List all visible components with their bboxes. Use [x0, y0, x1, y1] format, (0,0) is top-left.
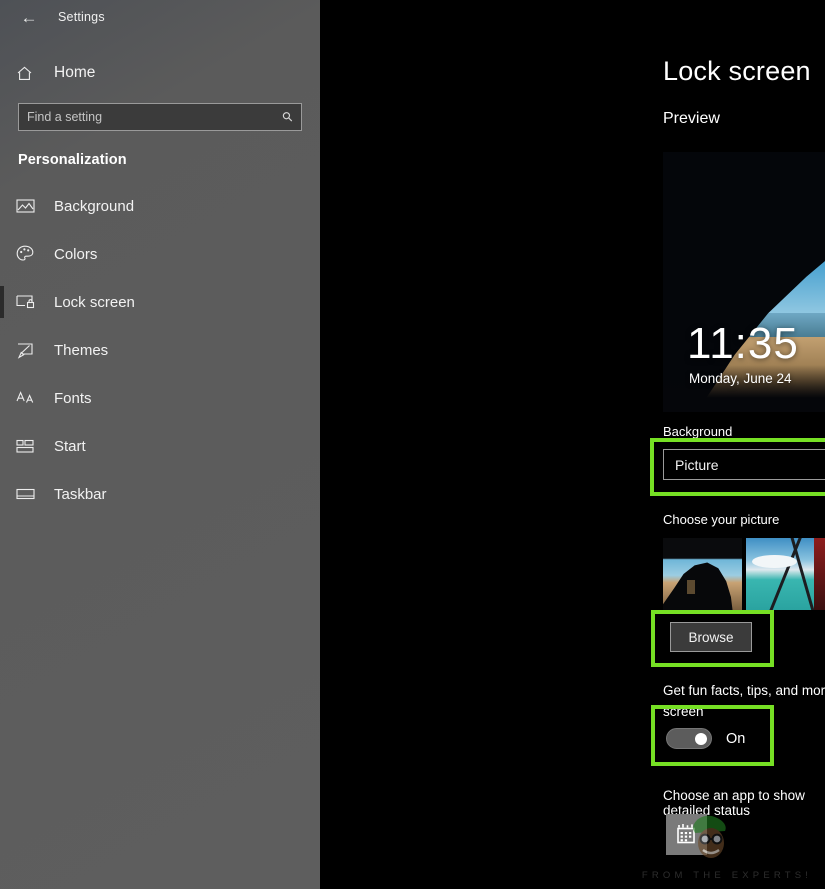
sidebar-item-themes[interactable]: Themes: [0, 326, 320, 374]
choose-picture-label: Choose your picture: [663, 512, 779, 527]
brush-icon: [16, 339, 42, 361]
sidebar-label: Fonts: [54, 390, 92, 407]
sidebar: ← Settings Home ⚲ Personalization: [0, 0, 320, 889]
sidebar-item-fonts[interactable]: Fonts: [0, 374, 320, 422]
thumb-red-edge: [814, 538, 825, 610]
sidebar-label: Lock screen: [54, 294, 135, 311]
section-title: Personalization: [18, 152, 320, 168]
window-title: Settings: [58, 10, 105, 24]
thumbnail-cave-arch-beach[interactable]: [663, 538, 742, 610]
palette-icon: [16, 243, 42, 265]
thumbnail-clouds-sail-lagoon[interactable]: [746, 538, 825, 610]
title-bar: ← Settings: [0, 0, 320, 34]
preview-date: Monday, June 24: [689, 371, 792, 386]
search-box[interactable]: ⚲: [18, 103, 302, 131]
sidebar-item-lock-screen[interactable]: Lock screen: [0, 278, 320, 326]
background-label: Background: [663, 424, 732, 439]
sidebar-nav: Background Colors: [0, 182, 320, 518]
font-aa-icon: [16, 387, 42, 409]
image-icon: [16, 195, 42, 217]
picture-thumbnails: [663, 538, 825, 610]
watermark-text: FROM THE EXPERTS!: [637, 870, 817, 881]
back-arrow-icon[interactable]: ←: [14, 5, 44, 29]
sidebar-label: Start: [54, 438, 86, 455]
sidebar-label: Taskbar: [54, 486, 107, 503]
lock-screen-preview: 11:35 Monday, June 24: [663, 152, 825, 412]
taskbar-icon: [16, 483, 42, 505]
home-label: Home: [54, 64, 95, 82]
sidebar-label: Themes: [54, 342, 108, 359]
highlight-box-background-dropdown: [650, 438, 825, 496]
sidebar-label: Background: [54, 198, 134, 215]
highlight-box-cortana-toggle: [651, 705, 774, 766]
search-icon[interactable]: ⚲: [279, 108, 297, 126]
highlight-box-browse-button: [651, 610, 774, 667]
expert-character-logo: [683, 809, 739, 865]
sidebar-item-taskbar[interactable]: Taskbar: [0, 470, 320, 518]
lock-screen-icon: [16, 291, 42, 313]
page-title: Lock screen: [663, 56, 811, 87]
sidebar-item-start[interactable]: Start: [0, 422, 320, 470]
sidebar-item-home[interactable]: Home: [0, 56, 320, 90]
home-icon: [16, 65, 42, 82]
search-container: ⚲: [18, 103, 302, 131]
preview-clock: 11:35: [687, 322, 799, 366]
sidebar-item-background[interactable]: Background: [0, 182, 320, 230]
start-tiles-icon: [16, 435, 42, 457]
preview-label: Preview: [663, 110, 720, 128]
sidebar-label: Colors: [54, 246, 97, 263]
watermark: FROM THE EXPERTS!: [637, 807, 817, 883]
sidebar-item-colors[interactable]: Colors: [0, 230, 320, 278]
main-panel: Lock screen Preview 11:35 Monday, June 2…: [320, 0, 825, 889]
settings-window: ← Settings Home ⚲ Personalization: [0, 0, 825, 889]
thumb-cloud: [752, 555, 796, 568]
search-input[interactable]: [27, 110, 279, 124]
